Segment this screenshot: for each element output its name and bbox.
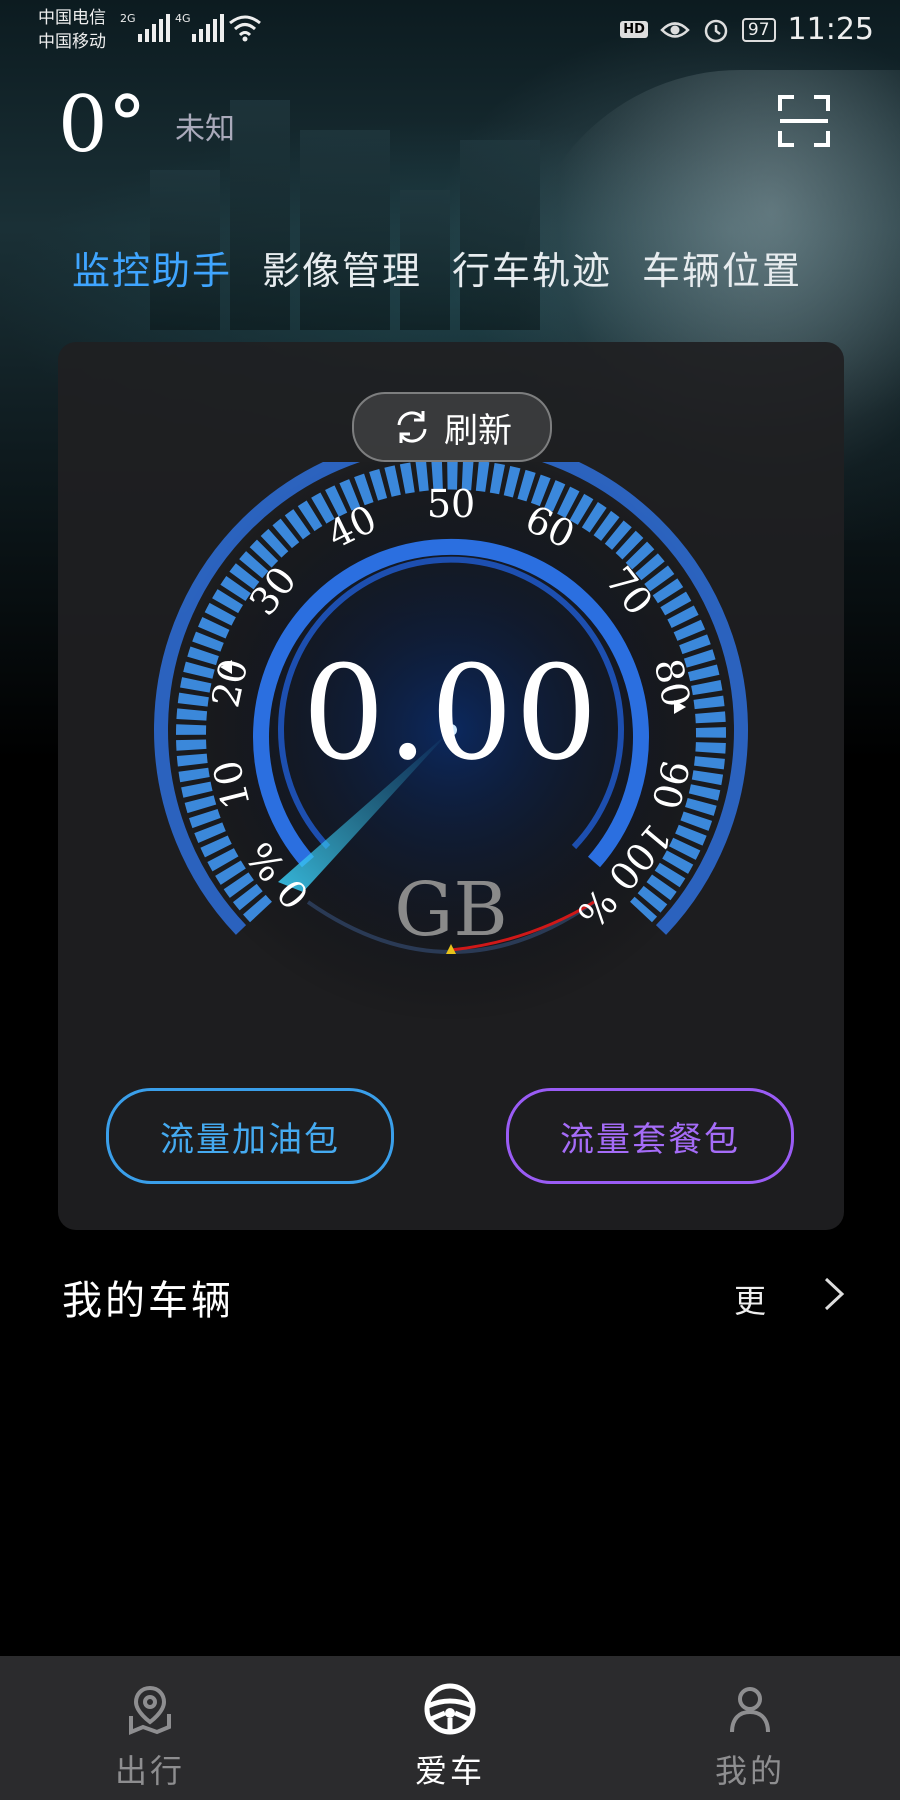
- nav-mine[interactable]: 我的: [600, 1656, 900, 1800]
- tab-monitor[interactable]: 监控助手: [72, 240, 232, 295]
- signal-icon: [138, 14, 170, 42]
- my-vehicles-title: 我的车辆: [62, 1278, 234, 1324]
- nav-travel[interactable]: 出行: [0, 1656, 300, 1800]
- map-pin-icon: [129, 1685, 171, 1735]
- more-link[interactable]: 更: [734, 1276, 766, 1322]
- nav-my-car[interactable]: 爱车: [300, 1656, 600, 1800]
- gauge-tick-label: 60: [519, 497, 582, 558]
- user-icon: [730, 1687, 770, 1733]
- alarm-icon: [704, 19, 728, 42]
- network-type-1: 2G: [120, 12, 136, 25]
- refresh-label: 刷新: [444, 410, 512, 451]
- data-plan-button[interactable]: 流量套餐包: [506, 1088, 794, 1184]
- signal-icon-2: [192, 14, 224, 42]
- status-right: HD 97 11:25: [620, 12, 874, 47]
- gauge-tick-label: 50: [427, 482, 475, 526]
- wifi-icon: [229, 15, 261, 42]
- scan-icon[interactable]: [778, 95, 830, 147]
- gauge-tick-label: 40: [321, 497, 384, 558]
- carrier-names: 中国电信 中国移动: [38, 6, 106, 54]
- tab-track[interactable]: 行车轨迹: [452, 240, 612, 295]
- gauge-tick-label: 70: [597, 558, 661, 623]
- usage-unit: GB: [394, 867, 508, 953]
- temperature: 0°: [58, 80, 147, 170]
- carrier-1: 中国电信: [38, 8, 106, 28]
- weather-status: 未知: [175, 112, 235, 147]
- steering-wheel-icon: [424, 1683, 476, 1735]
- carrier-2: 中国移动: [38, 32, 106, 52]
- battery-indicator: 97: [741, 17, 776, 42]
- tab-bar: 监控助手 影像管理 行车轨迹 车辆位置: [72, 240, 802, 295]
- hd-icon: HD: [620, 21, 648, 38]
- data-usage-card: 刷新 0 % 10 20 30 40 50 60 70 80 90 100 % …: [58, 342, 844, 1230]
- nav-my-car-label: 爱车: [414, 1752, 485, 1790]
- status-bar: 中国电信 中国移动 2G 4G HD 97 11:25: [0, 0, 900, 60]
- nav-mine-label: 我的: [714, 1752, 785, 1790]
- network-type-2: 4G: [175, 12, 191, 25]
- status-time: 11:25: [787, 12, 874, 47]
- chevron-right-icon[interactable]: [822, 1276, 846, 1312]
- refresh-button[interactable]: 刷新: [352, 392, 552, 462]
- data-top-up-button[interactable]: 流量加油包: [106, 1088, 394, 1184]
- bottom-nav: 出行 爱车 我的: [0, 1656, 900, 1800]
- usage-value: 0.00: [302, 637, 600, 789]
- tab-media[interactable]: 影像管理: [262, 240, 422, 295]
- nav-travel-label: 出行: [114, 1752, 185, 1790]
- tab-location[interactable]: 车辆位置: [642, 240, 802, 295]
- refresh-icon: [397, 411, 427, 443]
- eye-icon: [660, 21, 690, 38]
- data-usage-gauge: 0 % 10 20 30 40 50 60 70 80 90 100 % 0.00 GB: [148, 433, 754, 1062]
- gauge-tick-label: 30: [241, 558, 305, 623]
